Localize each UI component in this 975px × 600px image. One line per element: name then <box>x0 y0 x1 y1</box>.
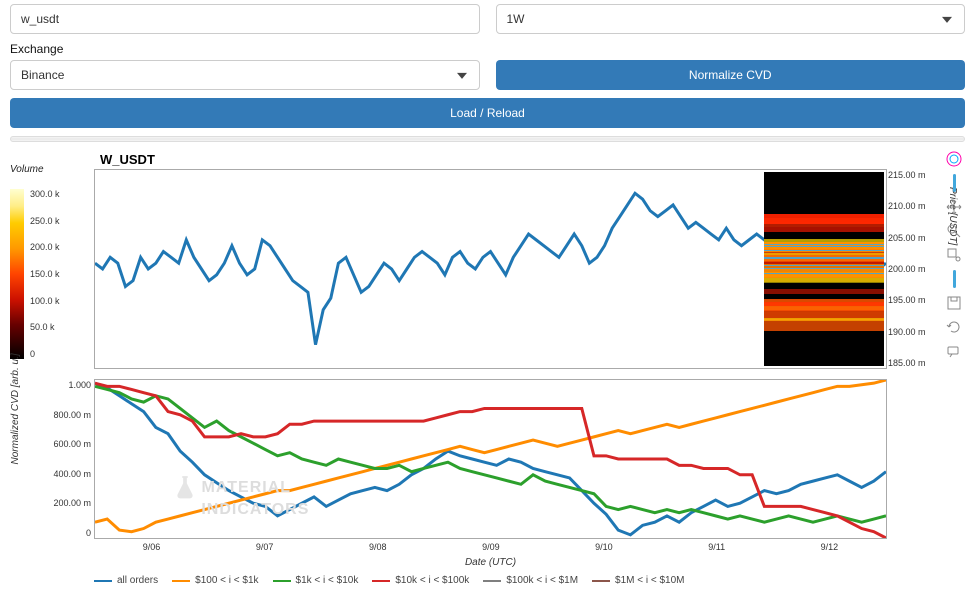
chart-title: W_USDT <box>94 150 887 169</box>
volume-tick: 150.0 k <box>30 269 60 279</box>
legend-swatch <box>483 580 501 582</box>
volume-colorbar-title: Volume <box>10 164 94 175</box>
volume-tick: 100.0 k <box>30 296 60 306</box>
legend-item[interactable]: all orders <box>94 575 158 586</box>
plot-toolbar <box>943 150 965 360</box>
cvd-y-label: Normalized CVD [arb. u.] <box>10 353 21 464</box>
volume-gradient <box>10 189 24 359</box>
legend-swatch <box>372 580 390 582</box>
timeframe-select[interactable]: 1W <box>496 4 966 34</box>
symbol-input[interactable]: w_usdt <box>10 4 480 34</box>
volume-tick: 0 <box>30 349 60 359</box>
x-tick: 9/11 <box>708 542 725 552</box>
y-tick: 0 <box>39 528 91 538</box>
divider <box>10 136 965 142</box>
symbol-input-value: w_usdt <box>21 12 59 26</box>
box-zoom-icon[interactable] <box>945 246 963 264</box>
cvd-chart[interactable]: MATERIAL INDICATORS 1.000800.00 m600.00 … <box>94 379 887 539</box>
tool-separator <box>953 270 956 288</box>
y-tick: 200.00 m <box>39 498 91 508</box>
volume-tick: 250.0 k <box>30 216 60 226</box>
legend-label: $100 < i < $1k <box>195 575 258 586</box>
volume-tick: 200.0 k <box>30 242 60 252</box>
normalize-cvd-button[interactable]: Normalize CVD <box>496 60 966 90</box>
legend-swatch <box>172 580 190 582</box>
chart-area: Volume 300.0 k 250.0 k 200.0 k 150.0 k 100.0… <box>10 150 965 539</box>
reset-icon[interactable] <box>945 318 963 336</box>
y-tick: 400.00 m <box>39 469 91 479</box>
legend-label: $1k < i < $10k <box>296 575 359 586</box>
x-tick: 9/09 <box>482 542 500 552</box>
tool-separator <box>953 174 956 192</box>
load-reload-button[interactable]: Load / Reload <box>10 98 965 128</box>
legend-swatch <box>273 580 291 582</box>
legend-swatch <box>94 580 112 582</box>
legend-label: $10k < i < $100k <box>395 575 469 586</box>
x-tick: 9/06 <box>143 542 161 552</box>
exchange-select[interactable]: Binance <box>10 60 480 90</box>
volume-colorbar: 300.0 k 250.0 k 200.0 k 150.0 k 100.0 k 50.0 … <box>10 189 94 359</box>
timeframe-value: 1W <box>507 12 525 26</box>
y-tick: 1.000 <box>39 380 91 390</box>
legend-label: all orders <box>117 575 158 586</box>
orderbook-heatmap <box>764 172 884 366</box>
legend-item[interactable]: $1k < i < $10k <box>273 575 359 586</box>
exchange-label: Exchange <box>10 42 480 56</box>
save-icon[interactable] <box>945 294 963 312</box>
x-tick: 9/10 <box>595 542 613 552</box>
price-chart[interactable]: 215.00 m210.00 m205.00 m200.00 m195.00 m… <box>94 169 887 369</box>
legend-item[interactable]: $1M < i < $10M <box>592 575 684 586</box>
legend-item[interactable]: $10k < i < $100k <box>372 575 469 586</box>
x-tick: 9/08 <box>369 542 387 552</box>
legend-label: $100k < i < $1M <box>506 575 578 586</box>
exchange-value: Binance <box>21 68 64 82</box>
hover-icon[interactable] <box>945 342 963 360</box>
zoom-icon[interactable] <box>945 222 963 240</box>
y-tick: 600.00 m <box>39 439 91 449</box>
x-axis-label: Date (UTC) <box>95 557 886 568</box>
legend-item[interactable]: $100 < i < $1k <box>172 575 258 586</box>
legend-swatch <box>592 580 610 582</box>
cvd-legend: all orders $100 < i < $1k $1k < i < $10k $1… <box>94 575 965 586</box>
pan-icon[interactable] <box>945 198 963 216</box>
volume-tick: 50.0 k <box>30 322 60 332</box>
x-tick: 9/07 <box>256 542 274 552</box>
legend-item[interactable]: $100k < i < $1M <box>483 575 578 586</box>
volume-tick: 300.0 k <box>30 189 60 199</box>
y-tick: 800.00 m <box>39 410 91 420</box>
x-tick: 9/12 <box>821 542 839 552</box>
bokeh-logo-icon[interactable] <box>945 150 963 168</box>
legend-label: $1M < i < $10M <box>615 575 684 586</box>
